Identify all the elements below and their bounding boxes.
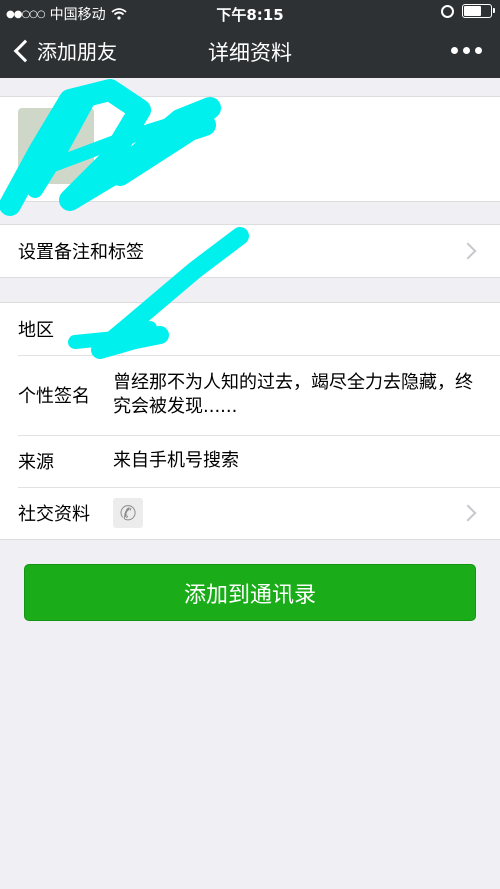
avatar[interactable] <box>18 108 94 184</box>
profile-card <box>0 96 500 202</box>
signature-label: 个性签名 <box>18 386 90 407</box>
source-value: 来自手机号搜索 <box>113 450 239 471</box>
remark-row[interactable]: 设置备注和标签 <box>0 225 500 277</box>
chevron-right-icon <box>459 504 477 522</box>
source-row: 来源 来自手机号搜索 <box>0 435 500 487</box>
social-row[interactable]: 社交资料 ✆ <box>0 487 500 539</box>
battery-icon <box>462 4 495 18</box>
page-title: 详细资料 <box>208 41 292 65</box>
source-label: 来源 <box>18 452 54 473</box>
add-to-contacts-button[interactable]: 添加到通讯录 <box>24 564 476 621</box>
more-icon[interactable] <box>451 39 482 62</box>
status-bar: ●●○○○ 中国移动 下午8:15 <box>0 0 500 26</box>
info-section: 地区 个性签名 曾经那不为人知的过去，竭尽全力去隐藏，终究会被发现...... … <box>0 302 500 540</box>
chevron-right-icon <box>459 242 477 260</box>
nav-bar: 添加朋友 详细资料 <box>0 26 500 78</box>
remark-section: 设置备注和标签 <box>0 224 500 278</box>
top-bar: ●●○○○ 中国移动 下午8:15 添加朋友 详细资料 <box>0 0 500 78</box>
social-label: 社交资料 <box>18 504 90 525</box>
remark-label: 设置备注和标签 <box>18 242 144 263</box>
phone-icon: ✆ <box>113 498 143 528</box>
status-time: 下午8:15 <box>216 6 284 24</box>
region-label: 地区 <box>18 320 54 341</box>
region-row: 地区 <box>0 303 500 355</box>
lock-rotation-icon <box>441 4 454 18</box>
signature-value: 曾经那不为人知的过去，竭尽全力去隐藏，终究会被发现...... <box>113 372 473 417</box>
signature-row: 个性签名 曾经那不为人知的过去，竭尽全力去隐藏，终究会被发现...... <box>0 355 500 435</box>
